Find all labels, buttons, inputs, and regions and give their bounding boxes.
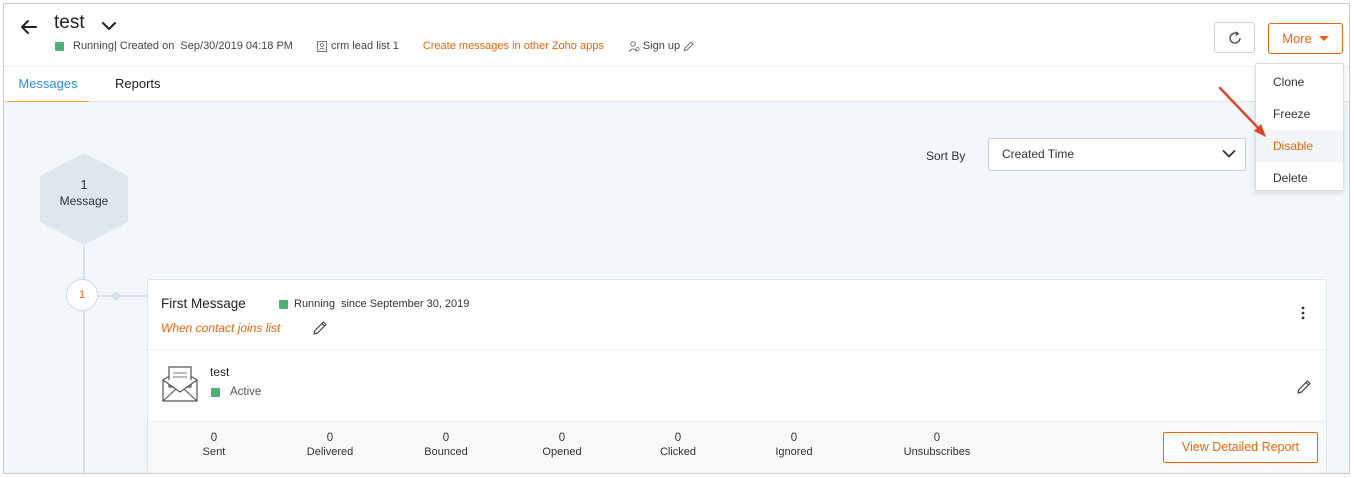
page-title: test [54, 12, 85, 33]
sort-by-label: Sort By [926, 149, 966, 163]
tab-reports[interactable]: Reports [115, 67, 161, 103]
status-text: Running [73, 40, 114, 52]
refresh-icon [1228, 30, 1241, 44]
sort-select-value: Created Time [1002, 147, 1075, 161]
user-icon [628, 40, 640, 52]
message-status: Active [211, 386, 261, 398]
card-status-text: Running [294, 298, 335, 310]
chevron-down-icon[interactable] [101, 18, 117, 34]
more-label: More [1282, 31, 1312, 46]
view-detailed-report-button[interactable]: View Detailed Report [1163, 432, 1318, 463]
message-stats: 0 Sent 0 Delivered 0 Bounced 0 Opened 0 [148, 421, 1326, 473]
chevron-down-icon [1222, 150, 1236, 158]
timeline-connector-dot [112, 292, 120, 300]
stat-value: 0 [558, 432, 566, 444]
stat-label: Bounced [424, 446, 468, 458]
stat-ignored: 0 Ignored [749, 431, 839, 459]
message-card-status: Running since September 30, 2019 [279, 298, 469, 310]
stat-value: 0 [674, 432, 682, 444]
pencil-icon[interactable] [1296, 379, 1312, 395]
status-indicator [55, 41, 64, 51]
header-meta: Running | Created on Sep/30/2019 04:18 P… [55, 40, 694, 52]
message-count-label: Message [59, 194, 109, 208]
tab-bar: Messages Reports [4, 66, 1349, 103]
timeline-connector [98, 295, 148, 297]
create-messages-link[interactable]: Create messages in other Zoho apps [423, 40, 604, 52]
stat-label: Opened [542, 446, 582, 458]
signup-form-name[interactable]: Sign up [643, 40, 680, 52]
step-number: 1 [66, 279, 98, 311]
status-indicator [279, 299, 288, 309]
stat-label: Delivered [306, 446, 354, 458]
list-name[interactable]: crm lead list 1 [331, 40, 399, 52]
message-card-title: First Message [161, 296, 246, 311]
stat-label: Unsubscribes [903, 446, 971, 458]
red-arrow-annotation [1218, 86, 1266, 137]
sort-select[interactable]: Created Time [988, 138, 1246, 171]
stat-sent: 0 Sent [169, 431, 259, 459]
pencil-icon[interactable] [683, 40, 694, 52]
stat-value: 0 [442, 432, 450, 444]
menu-item-delete[interactable]: Delete [1256, 162, 1343, 194]
stat-label: Sent [202, 446, 226, 458]
message-count: 1 [80, 177, 88, 192]
stat-label: Clicked [659, 446, 697, 458]
stat-delivered: 0 Delivered [285, 431, 375, 459]
page-header: test Running | Created on Sep/30/2019 04… [4, 4, 1349, 66]
stat-value: 0 [210, 432, 218, 444]
caret-down-icon [1318, 36, 1329, 41]
stat-clicked: 0 Clicked [633, 431, 723, 459]
refresh-button[interactable] [1214, 22, 1255, 53]
message-card: First Message Running since September 30… [147, 279, 1327, 473]
stat-value: 0 [326, 432, 334, 444]
stat-unsubscribes: 0 Unsubscribes [892, 431, 982, 459]
stat-value: 0 [790, 432, 798, 444]
message-status-text: Active [230, 386, 262, 398]
pencil-icon[interactable] [312, 320, 328, 336]
main-content: Sort By Created Time 1 Message 1 First M… [4, 102, 1349, 473]
created-text: | Created on Sep/30/2019 04:18 PM [113, 40, 293, 52]
tab-messages[interactable]: Messages [7, 67, 89, 103]
more-button[interactable]: More [1268, 23, 1343, 54]
message-name[interactable]: test [210, 365, 229, 379]
list-icon [316, 40, 327, 52]
app-window: test Running | Created on Sep/30/2019 04… [3, 3, 1350, 474]
status-indicator [211, 387, 220, 397]
stat-opened: 0 Opened [517, 431, 607, 459]
stat-bounced: 0 Bounced [401, 431, 491, 459]
stat-value: 0 [933, 432, 941, 444]
envelope-icon [162, 366, 198, 402]
card-since-text: since September 30, 2019 [340, 298, 470, 310]
card-divider [148, 349, 1326, 350]
kebab-menu-icon[interactable] [1296, 305, 1310, 321]
back-arrow-icon[interactable] [18, 16, 40, 38]
stat-label: Ignored [775, 446, 813, 458]
trigger-text: When contact joins list [161, 321, 281, 335]
